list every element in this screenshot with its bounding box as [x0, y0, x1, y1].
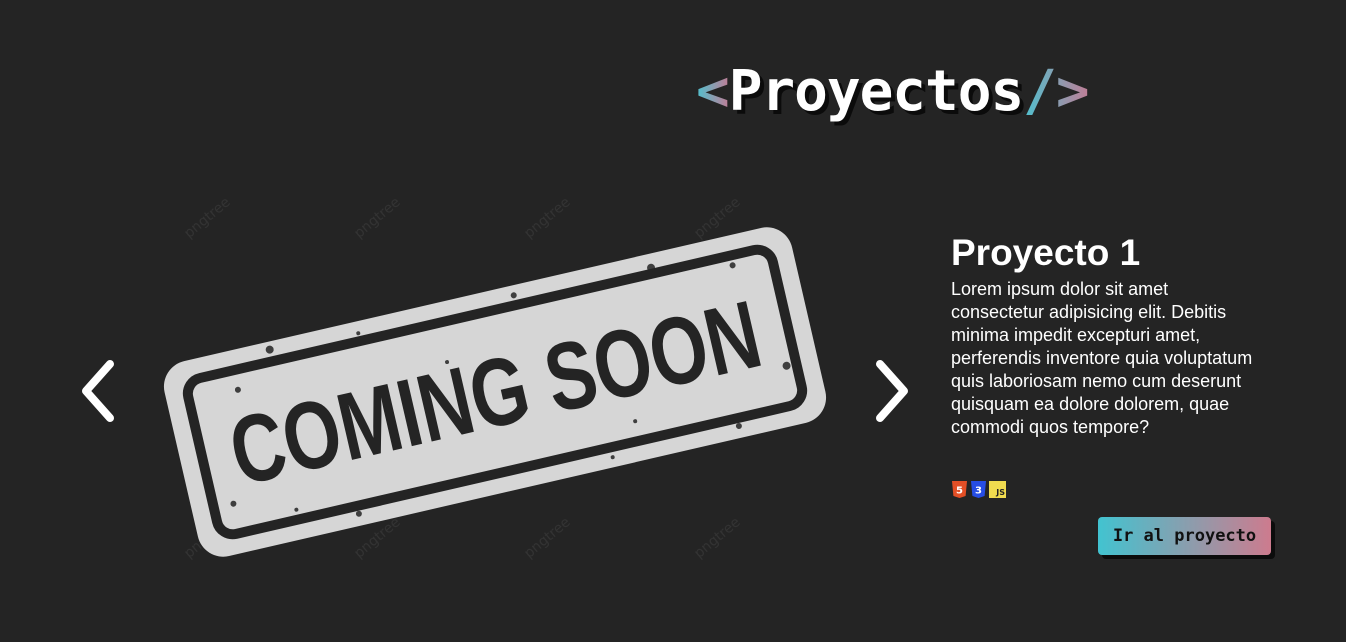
svg-text:3: 3 [975, 485, 982, 496]
html5-icon: 5 [951, 480, 968, 498]
svg-text:5: 5 [956, 485, 963, 496]
carousel-next-button[interactable] [870, 356, 914, 426]
project-image: pngtree pngtree pngtree pngtree pngtree pngtr… [150, 170, 850, 590]
go-to-project-button[interactable]: Ir al proyecto [1098, 517, 1271, 555]
javascript-icon: JS [989, 480, 1006, 498]
title-text: Proyectos [728, 59, 1024, 125]
project-title: Proyecto 1 [951, 232, 1141, 273]
projects-page: < Proyectos/> pngtree pngtree pngtree pngtre… [0, 0, 1346, 642]
chevron-right-icon [876, 360, 908, 422]
title-close-bracket: /> [1023, 59, 1089, 125]
coming-soon-stamp: COMING SOON [163, 227, 827, 557]
carousel-prev-button[interactable] [76, 356, 120, 426]
css3-icon: 3 [970, 480, 987, 498]
page-title: < Proyectos/> [696, 52, 1090, 132]
title-open-bracket: < [696, 59, 730, 125]
chevron-left-icon [82, 360, 114, 422]
project-description: Lorem ipsum dolor sit amet consectetur a… [951, 279, 1253, 437]
technology-list: 5 3 JS [951, 480, 1006, 498]
